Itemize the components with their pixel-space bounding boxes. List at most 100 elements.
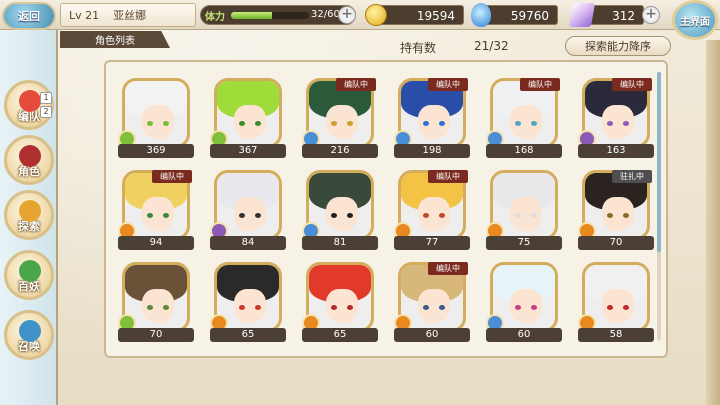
character-card[interactable]: 65 [302,262,378,342]
portrait-eye [255,121,261,126]
character-level: 70 [578,236,654,250]
home-button[interactable]: 主界面 [672,0,718,40]
character-level: 84 [210,236,286,250]
portrait-eye [531,121,537,126]
character-card[interactable]: 编队中 77 [394,170,470,250]
portrait-eye [531,213,537,218]
character-card[interactable]: 编队中 198 [394,78,470,158]
status-badge: 编队中 [428,78,468,91]
portrait-eye [607,121,613,126]
portrait-eye [607,213,613,218]
nav-item-0[interactable]: 编队 [4,80,54,130]
character-card[interactable]: 60 [486,262,562,342]
nav-item-art [19,320,41,342]
nav-item-2[interactable]: 探索 [4,190,54,240]
add-stamina-button[interactable]: + [338,6,356,24]
nav-badge: 1 [40,92,52,104]
character-card[interactable]: 编队中 216 [302,78,378,158]
tab-character-list-label: 角色列表 [95,36,135,47]
portrait-eye [515,305,521,310]
home-label: 主界面 [680,16,710,28]
portrait-eye [147,121,153,126]
character-level: 65 [210,328,286,342]
nav-badge: 2 [40,106,52,118]
status-badge: 编队中 [612,78,652,91]
status-badge: 编队中 [520,78,560,91]
character-level: 198 [394,144,470,158]
portrait-eye [423,305,429,310]
character-level: 65 [302,328,378,342]
nav-item-art [19,145,41,167]
character-card[interactable]: 编队中 163 [578,78,654,158]
portrait-eye [147,213,153,218]
nav-item-art [19,90,41,112]
crystal-icon [568,3,596,27]
nav-item-1[interactable]: 角色 [4,135,54,185]
character-level: 58 [578,328,654,342]
tab-character-list[interactable]: 角色列表 [60,31,170,48]
character-card[interactable]: 编队中 60 [394,262,470,342]
nav-item-art [19,200,41,222]
character-card[interactable]: 75 [486,170,562,250]
status-badge: 编队中 [152,170,192,183]
portrait-eye [347,305,353,310]
player-level: Lv 21 [69,8,100,22]
portrait-eye [147,305,153,310]
portrait-eye [347,213,353,218]
character-card[interactable]: 编队中 94 [118,170,194,250]
character-card[interactable]: 369 [118,78,194,158]
portrait-eye [331,213,337,218]
character-card[interactable]: 65 [210,262,286,342]
character-level: 75 [486,236,562,250]
grid-scrollbar[interactable] [657,72,661,340]
character-card[interactable]: 367 [210,78,286,158]
grid-scroll-thumb[interactable] [657,72,661,252]
character-card[interactable]: 84 [210,170,286,250]
portrait-eye [331,305,337,310]
crystal-counter: 312 [568,3,644,27]
character-card[interactable]: 81 [302,170,378,250]
portrait-eye [423,213,429,218]
coin-icon [365,4,387,26]
portrait-eye [163,121,169,126]
owned-label: 持有数 [400,41,437,55]
gem-counter: 59760 [471,3,558,27]
stamina-fill [231,12,273,19]
character-card[interactable]: 70 [118,262,194,342]
portrait-eye [255,305,261,310]
character-card[interactable]: 58 [578,262,654,342]
stamina-track [231,12,309,19]
character-card[interactable]: 驻扎中 70 [578,170,654,250]
character-card[interactable]: 编队中 168 [486,78,562,158]
portrait-eye [515,213,521,218]
status-badge: 编队中 [336,78,376,91]
portrait-eye [623,305,629,310]
portrait-eye [439,121,445,126]
portrait-eye [623,213,629,218]
portrait-eye [331,121,337,126]
stamina-label: 体力 [205,12,225,23]
portrait-eye [623,121,629,126]
portrait-eye [239,213,245,218]
portrait-eye [239,121,245,126]
gem-icon [471,3,491,27]
player-info[interactable]: Lv 21 亚丝娜 [60,3,196,27]
character-level: 367 [210,144,286,158]
owned-count: 21/32 [474,39,509,53]
status-badge: 驻扎中 [612,170,652,183]
portrait-eye [163,213,169,218]
player-name: 亚丝娜 [113,9,147,22]
character-level: 60 [394,328,470,342]
back-button[interactable]: 返回 [2,2,56,30]
character-level: 94 [118,236,194,250]
nav-item-4[interactable]: 召唤 [4,310,54,360]
back-label: 返回 [18,10,40,23]
nav-item-3[interactable]: 百妖 [4,250,54,300]
character-level: 369 [118,144,194,158]
add-crystal-button[interactable]: + [642,6,660,24]
sort-button[interactable]: 探索能力降序 [565,36,671,56]
nav-item-art [19,260,41,282]
stamina-bar: 体力 32/60 [200,5,356,25]
portrait-eye [239,305,245,310]
character-level: 163 [578,144,654,158]
